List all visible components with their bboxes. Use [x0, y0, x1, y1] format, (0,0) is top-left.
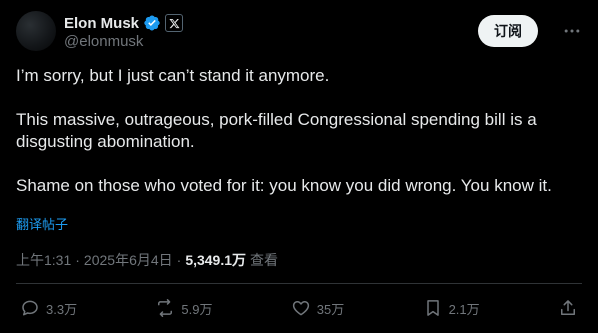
- reply-count: 3.3万: [46, 301, 78, 317]
- divider: [16, 283, 582, 284]
- post-paragraph: This massive, outrageous, pork-filled Co…: [16, 110, 537, 151]
- views-count[interactable]: 5,349.1万: [185, 250, 246, 270]
- reply-icon: [22, 300, 38, 316]
- repost-icon: [158, 299, 173, 317]
- avatar[interactable]: [16, 11, 56, 51]
- share-icon: [560, 300, 575, 315]
- post-header: Elon Musk @elonmusk 订阅: [16, 11, 582, 55]
- post-meta: 上午1:31 · 2025年6月4日 · 5,349.1万 查看: [16, 250, 278, 270]
- meta-separator: ·: [75, 252, 80, 268]
- repost-count: 5.9万: [181, 301, 213, 317]
- like-count: 35万: [316, 301, 345, 317]
- reply-button[interactable]: 3.3万: [20, 298, 77, 318]
- bookmark-icon: [426, 300, 439, 316]
- name-row: Elon Musk: [64, 13, 184, 33]
- like-button[interactable]: 35万: [291, 298, 344, 318]
- post-date[interactable]: 2025年6月4日: [84, 250, 173, 270]
- action-bar: 3.3万 5.9万 35万 2.1万: [20, 296, 578, 320]
- x-logo-icon: [165, 14, 184, 32]
- share-button[interactable]: [558, 298, 578, 318]
- repost-button[interactable]: 5.9万: [155, 298, 212, 318]
- handle[interactable]: @elonmusk: [64, 33, 143, 50]
- post-text: I’m sorry, but I just can’t stand it any…: [16, 65, 582, 197]
- bookmark-button[interactable]: 2.1万: [423, 298, 480, 318]
- translate-post-link[interactable]: 翻译帖子: [16, 214, 68, 233]
- meta-separator: ·: [176, 252, 182, 268]
- views-label: 查看: [250, 252, 279, 268]
- verified-badge-icon: [143, 14, 161, 32]
- heart-icon: [292, 301, 309, 316]
- subscribe-button[interactable]: 订阅: [478, 15, 538, 47]
- more-icon[interactable]: [562, 21, 582, 41]
- post-time[interactable]: 上午1:31: [16, 250, 71, 270]
- post-paragraph: I’m sorry, but I just can’t stand it any…: [16, 66, 330, 85]
- bookmark-count: 2.1万: [448, 301, 480, 317]
- display-name[interactable]: Elon Musk: [64, 15, 139, 32]
- post-paragraph: Shame on those who voted for it: you kno…: [16, 176, 552, 195]
